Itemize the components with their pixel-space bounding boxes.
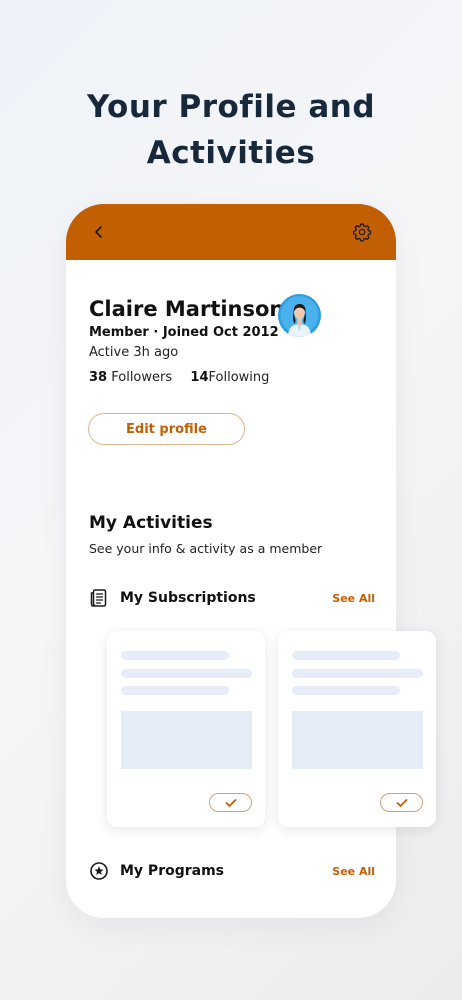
placeholder-image bbox=[121, 711, 252, 769]
headline-line-2: Activities bbox=[146, 135, 316, 171]
subscriptions-label: My Subscriptions bbox=[120, 590, 256, 606]
programs-row: My Programs See All bbox=[89, 859, 375, 883]
follow-stats: 38 Followers 14Following bbox=[89, 370, 269, 385]
placeholder-image bbox=[292, 711, 423, 769]
followers-count[interactable]: 38 bbox=[89, 370, 107, 385]
newspaper-icon bbox=[90, 589, 107, 607]
activities-title: My Activities bbox=[89, 513, 213, 533]
placeholder-line bbox=[121, 669, 252, 678]
subscribed-toggle[interactable] bbox=[380, 793, 423, 812]
check-icon bbox=[396, 798, 407, 807]
programs-see-all-link[interactable]: See All bbox=[332, 865, 375, 878]
following-count[interactable]: 14 bbox=[190, 370, 208, 385]
placeholder-line bbox=[121, 686, 229, 695]
following-label[interactable]: Following bbox=[209, 370, 270, 385]
activities-subtitle: See your info & activity as a member bbox=[89, 541, 323, 556]
top-app-bar bbox=[66, 204, 396, 260]
placeholder-line bbox=[292, 651, 400, 660]
programs-label: My Programs bbox=[120, 863, 225, 879]
placeholder-line bbox=[121, 651, 229, 660]
active-status: Active 3h ago bbox=[89, 345, 179, 360]
subscribed-toggle[interactable] bbox=[209, 793, 252, 812]
profile-name: Claire Martinson bbox=[89, 297, 285, 321]
placeholder-line bbox=[292, 669, 423, 678]
subscriptions-row: My Subscriptions See All bbox=[89, 586, 375, 610]
headline-line-1: Your Profile and bbox=[86, 89, 376, 125]
avatar[interactable] bbox=[278, 294, 321, 337]
chevron-left-icon[interactable] bbox=[91, 224, 107, 240]
gear-icon[interactable] bbox=[352, 222, 372, 242]
edit-profile-button[interactable]: Edit profile bbox=[88, 413, 245, 445]
subscriptions-see-all-link[interactable]: See All bbox=[332, 592, 375, 605]
check-icon bbox=[225, 798, 236, 807]
placeholder-line bbox=[292, 686, 400, 695]
subscription-card[interactable] bbox=[278, 631, 436, 827]
subscription-card[interactable] bbox=[107, 631, 265, 827]
followers-label[interactable]: Followers bbox=[111, 370, 172, 385]
star-circle-icon bbox=[90, 862, 108, 880]
page-headline: Your Profile and Activities bbox=[0, 84, 462, 176]
member-info: Member · Joined Oct 2012 bbox=[89, 325, 279, 340]
